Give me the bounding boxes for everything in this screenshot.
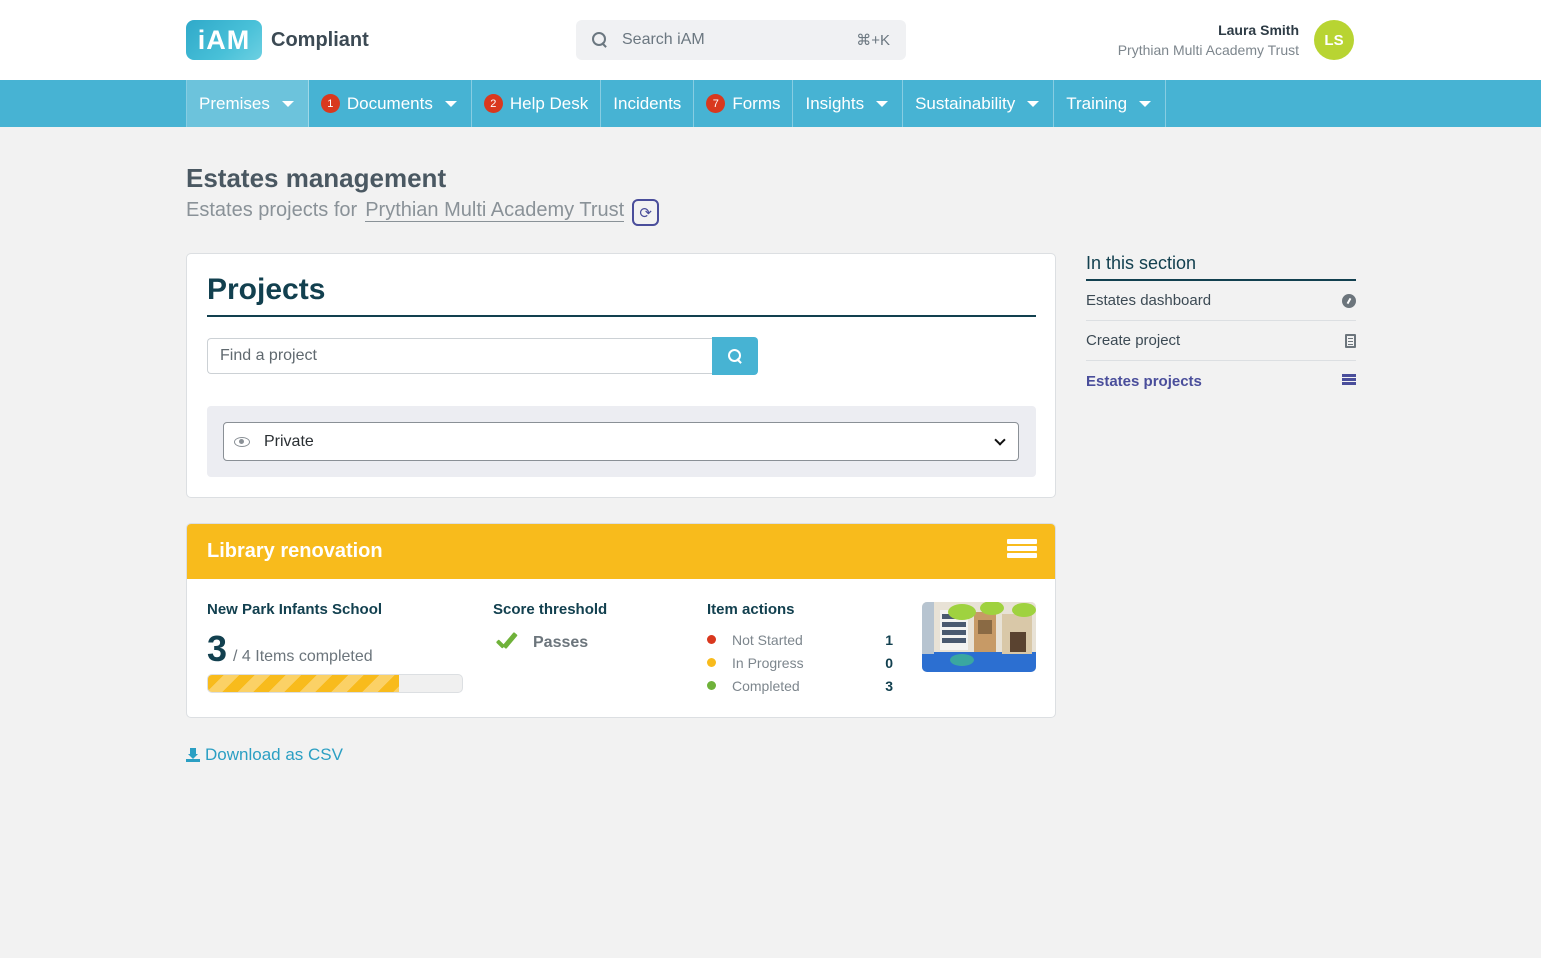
nav-item-training[interactable]: Training [1054, 80, 1167, 127]
filter-bar: Private [207, 406, 1036, 477]
threshold-label: Passes [533, 634, 589, 651]
school-name: New Park Infants School [207, 601, 383, 618]
action-row: Not Started 1 [707, 628, 893, 651]
nav-label: Insights [805, 93, 865, 113]
chevron-down-icon [994, 433, 1006, 446]
avatar[interactable]: LS [1314, 20, 1354, 60]
nav-label: Premises [199, 93, 270, 113]
threshold-title: Score threshold [493, 601, 608, 618]
app-logo[interactable]: iAM Compliant [186, 20, 369, 60]
dashboard-icon [1342, 293, 1356, 308]
caret-down-icon [1027, 100, 1040, 107]
nav-label: Forms [732, 93, 781, 113]
project-title[interactable]: Library renovation [207, 540, 383, 563]
action-row: Completed 3 [707, 674, 893, 697]
status-dot [707, 681, 716, 690]
action-label: Completed [732, 677, 800, 694]
eye-icon [234, 436, 250, 447]
nav-item-insights[interactable]: Insights [793, 80, 904, 127]
download-icon [186, 748, 200, 762]
nav-item-forms[interactable]: 7 Forms [694, 80, 794, 127]
page-title: Estates management [186, 163, 447, 193]
status-dot [707, 635, 716, 644]
nav-item-documents[interactable]: 1 Documents [309, 80, 472, 127]
logo-text: Compliant [271, 28, 369, 51]
find-project-button[interactable] [712, 337, 758, 375]
notification-badge: 1 [320, 94, 340, 113]
subtitle-prefix: Estates projects for [186, 199, 358, 221]
nav-label: Sustainability [915, 93, 1016, 113]
search-icon [727, 348, 743, 364]
caret-down-icon [1139, 100, 1152, 107]
action-count: 1 [885, 631, 893, 648]
sidebar-item-create-project[interactable]: Create project [1086, 321, 1356, 361]
nav-label: Incidents [613, 93, 682, 113]
progress-bar [207, 674, 463, 693]
main-nav: Premises 1 Documents 2 Help Desk Inciden… [0, 80, 1541, 127]
nav-item-premises[interactable]: Premises [187, 80, 309, 127]
refresh-icon: ⟳ [639, 204, 652, 222]
sidebar-item-estates-dashboard[interactable]: Estates dashboard [1086, 281, 1356, 321]
actions-title: Item actions [707, 601, 795, 618]
page-subtitle: Estates projects for Prythian Multi Acad… [186, 195, 660, 226]
visibility-selected: Private [264, 432, 314, 450]
section-sidebar: In this section Estates dashboard Create… [1086, 253, 1356, 401]
nav-item-help-desk[interactable]: 2 Help Desk [472, 80, 602, 127]
caret-down-icon [444, 100, 457, 107]
sidebar-item-label: Estates projects [1086, 372, 1202, 390]
items-completed: 3 / 4 Items completed [207, 628, 373, 670]
status-dot [707, 658, 716, 667]
project-card-header: Library renovation [187, 524, 1055, 579]
caret-down-icon [281, 100, 294, 107]
notification-badge: 7 [706, 94, 726, 113]
nav-item-incidents[interactable]: Incidents [601, 80, 695, 127]
global-search[interactable]: Search iAM ⌘+K [576, 20, 906, 60]
list-icon [1342, 374, 1356, 388]
action-label: In Progress [732, 654, 804, 671]
project-thumbnail [922, 602, 1036, 672]
completed-total: / 4 Items completed [233, 648, 373, 665]
action-label: Not Started [732, 631, 803, 648]
action-row: In Progress 0 [707, 651, 893, 674]
action-count: 0 [885, 654, 893, 671]
sidebar-item-estates-projects[interactable]: Estates projects [1086, 361, 1356, 401]
document-icon [1345, 333, 1356, 348]
switch-organisation-button[interactable]: ⟳ [632, 199, 660, 226]
organisation-link[interactable]: Prythian Multi Academy Trust [365, 199, 625, 222]
user-name: Laura Smith [1218, 22, 1299, 38]
user-organisation: Prythian Multi Academy Trust [1117, 42, 1299, 58]
item-actions-list: Not Started 1 In Progress 0 Completed 3 [707, 628, 893, 697]
nav-label: Training [1066, 93, 1128, 113]
nav-label: Documents [346, 93, 433, 113]
sidebar-title: In this section [1086, 253, 1356, 281]
list-icon[interactable] [1007, 539, 1037, 564]
search-placeholder: Search iAM [622, 31, 705, 48]
download-label: Download as CSV [205, 745, 343, 764]
download-csv-link[interactable]: Download as CSV [186, 745, 343, 765]
divider [207, 315, 1036, 317]
find-project-placeholder: Find a project [220, 347, 317, 364]
progress-fill [208, 675, 399, 692]
projects-panel: Projects Find a project Private [186, 253, 1056, 498]
notification-badge: 2 [483, 94, 503, 113]
search-shortcut: ⌘+K [856, 32, 890, 49]
user-info[interactable]: Laura Smith Prythian Multi Academy Trust [1118, 20, 1299, 61]
sidebar-item-label: Estates dashboard [1086, 292, 1212, 309]
search-icon [592, 32, 608, 48]
logo-mark: iAM [186, 20, 262, 60]
check-icon [493, 632, 521, 654]
completed-count: 3 [207, 628, 228, 669]
top-header: iAM Compliant Search iAM ⌘+K Laura Smith… [0, 0, 1541, 80]
nav-item-sustainability[interactable]: Sustainability [903, 80, 1055, 127]
find-project-input[interactable]: Find a project [207, 338, 713, 374]
project-card[interactable]: Library renovation New Park Infants Scho… [186, 523, 1056, 718]
caret-down-icon [876, 100, 889, 107]
sidebar-item-label: Create project [1086, 332, 1181, 349]
threshold-status: Passes [493, 632, 588, 654]
nav-label: Help Desk [509, 93, 589, 113]
projects-heading: Projects [207, 273, 326, 306]
visibility-select[interactable]: Private [223, 422, 1019, 461]
action-count: 3 [885, 677, 893, 694]
